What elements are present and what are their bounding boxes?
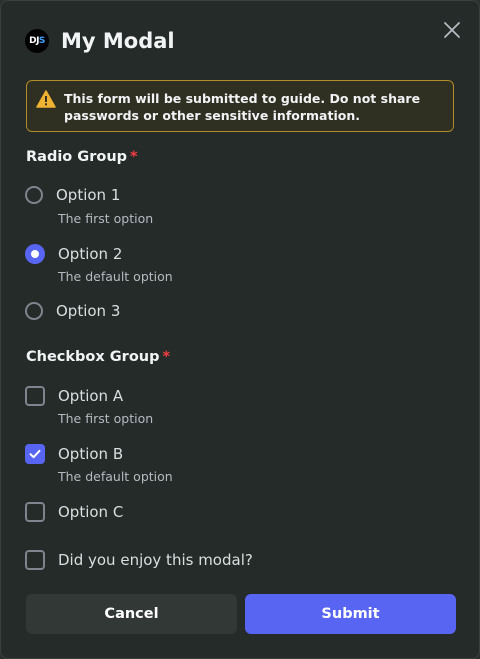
radio-option-1[interactable]: Option 1 <box>25 186 120 204</box>
enjoy-checkbox[interactable] <box>25 550 45 570</box>
warning-banner: This form will be submitted to guide. Do… <box>26 80 454 132</box>
modal-title: My Modal <box>61 29 175 53</box>
modal-header: DJ S My Modal <box>25 27 175 55</box>
option-label: Option C <box>58 503 124 521</box>
radio-option-3[interactable]: Option 3 <box>25 302 120 320</box>
enjoy-checkbox-row[interactable]: Did you enjoy this modal? <box>25 550 253 570</box>
option-label: Option 2 <box>58 245 123 263</box>
checkbox-option-a[interactable]: Option A <box>25 386 123 406</box>
option-description: The default option <box>58 269 173 284</box>
app-icon-text-1: DJ <box>29 36 39 46</box>
checkbox-checked[interactable] <box>25 444 45 464</box>
option-description: The first option <box>58 411 154 426</box>
required-mark: * <box>162 349 171 365</box>
option-description: The first option <box>58 211 154 226</box>
checkbox-group-label: Checkbox Group * <box>26 349 170 365</box>
app-icon-text-2: S <box>38 36 45 46</box>
required-mark: * <box>130 149 138 165</box>
radio-group-label-text: Radio Group <box>26 149 128 165</box>
radio-button[interactable] <box>25 302 43 320</box>
checkbox[interactable] <box>25 386 45 406</box>
close-icon <box>444 22 460 38</box>
checkbox-group-label-text: Checkbox Group <box>26 349 160 365</box>
option-label: Option B <box>58 445 124 463</box>
radio-option-2[interactable]: Option 2 <box>25 244 122 264</box>
warning-text: This form will be submitted to guide. Do… <box>64 91 421 123</box>
check-icon <box>29 449 41 459</box>
option-label: Option 3 <box>56 302 121 320</box>
option-label: Option 1 <box>56 186 121 204</box>
radio-group-label: Radio Group * <box>26 149 138 165</box>
option-label: Option A <box>58 387 124 405</box>
close-button[interactable] <box>441 19 463 41</box>
warning-icon <box>36 90 56 108</box>
option-description: The default option <box>58 469 173 484</box>
radio-button-selected[interactable] <box>25 244 45 264</box>
app-icon: DJ S <box>25 29 49 53</box>
checkbox-option-c[interactable]: Option C <box>25 502 123 522</box>
checkbox-option-b[interactable]: Option B <box>25 444 123 464</box>
radio-button[interactable] <box>25 186 43 204</box>
enjoy-checkbox-label: Did you enjoy this modal? <box>58 551 253 569</box>
checkbox[interactable] <box>25 502 45 522</box>
submit-button[interactable]: Submit <box>245 594 456 634</box>
cancel-button[interactable]: Cancel <box>26 594 237 634</box>
modal-dialog: DJ S My Modal This form will be submitted… <box>0 0 480 659</box>
